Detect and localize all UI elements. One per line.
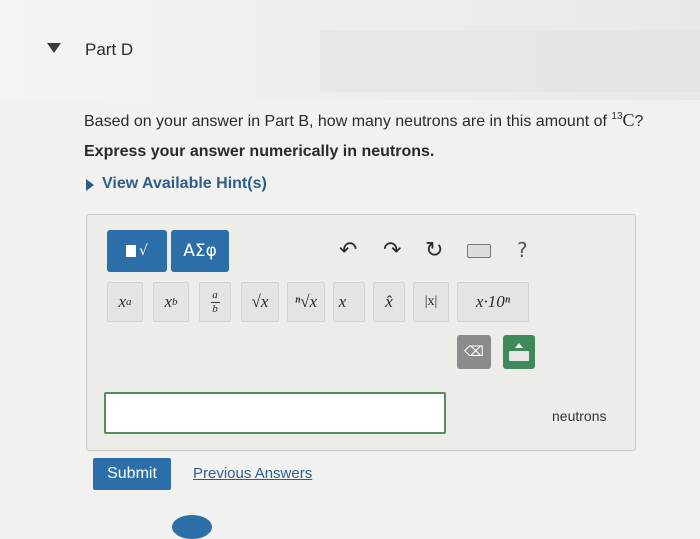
keyboard-icon bbox=[509, 351, 529, 361]
fraction-denominator: b bbox=[212, 302, 218, 315]
answer-instruction: Express your answer numerically in neutr… bbox=[84, 143, 435, 160]
template-square-icon bbox=[126, 245, 137, 257]
subscript-button[interactable]: xb bbox=[153, 282, 189, 322]
header-stripe bbox=[320, 30, 700, 92]
math-toolbar: √ ΑΣφ ↶ ↷ ↻ ? bbox=[107, 230, 547, 272]
keyboard-shortcuts-icon[interactable] bbox=[467, 244, 491, 258]
view-hints-link[interactable]: View Available Hint(s) bbox=[102, 175, 267, 193]
question-mark: ? bbox=[634, 113, 644, 130]
superscript-button[interactable]: xa bbox=[107, 282, 143, 322]
template-root-icon: √ bbox=[139, 243, 148, 259]
question-body: Based on your answer in Part B, how many… bbox=[84, 113, 607, 130]
templates-button[interactable]: √ bbox=[107, 230, 167, 272]
fraction-icon: a b bbox=[210, 288, 220, 315]
part-title: Part D bbox=[85, 40, 134, 59]
superscript-base: x bbox=[118, 292, 127, 311]
submit-button[interactable]: Submit bbox=[93, 458, 171, 490]
question-text: Based on your answer in Part B, how many… bbox=[84, 110, 643, 131]
bottom-partial-button bbox=[172, 515, 212, 539]
greek-symbols-button[interactable]: ΑΣφ bbox=[171, 230, 229, 272]
collapse-caret-icon[interactable] bbox=[47, 43, 61, 53]
hint-expand-icon[interactable] bbox=[86, 179, 94, 191]
undo-icon[interactable]: ↶ bbox=[339, 238, 357, 263]
delete-button[interactable]: ⌫ bbox=[457, 335, 491, 369]
nth-root-button[interactable]: ⁿ√x bbox=[287, 282, 325, 322]
fraction-numerator: a bbox=[212, 288, 218, 301]
vector-button[interactable]: x⃗ bbox=[333, 282, 365, 322]
square-root-button[interactable]: √x bbox=[241, 282, 279, 322]
backspace-icon: ⌫ bbox=[464, 344, 484, 360]
subscript-base: x bbox=[164, 292, 173, 311]
reset-icon[interactable]: ↻ bbox=[425, 238, 443, 263]
answer-input[interactable] bbox=[104, 392, 446, 434]
show-keyboard-button[interactable] bbox=[503, 335, 535, 369]
unit-vector-button[interactable]: x̂ bbox=[373, 282, 405, 322]
answer-units: neutrons bbox=[552, 408, 607, 424]
isotope-symbol: C bbox=[622, 110, 635, 130]
redo-icon[interactable]: ↷ bbox=[383, 238, 401, 263]
previous-answers-link[interactable]: Previous Answers bbox=[193, 465, 312, 482]
absolute-value-button[interactable]: |x| bbox=[413, 282, 449, 322]
keyboard-toggle-arrow-icon bbox=[515, 343, 523, 348]
scientific-notation-button[interactable]: x·10ⁿ bbox=[457, 282, 529, 322]
superscript-exponent: a bbox=[126, 296, 132, 308]
fraction-button[interactable]: a b bbox=[199, 282, 231, 322]
math-buttons-row: xa xb a b √x ⁿ√x x⃗ x̂ |x| x·10ⁿ bbox=[107, 282, 529, 322]
isotope-mass-number: 13 bbox=[611, 110, 623, 122]
subscript-index: b bbox=[172, 296, 178, 308]
help-icon[interactable]: ? bbox=[517, 238, 528, 262]
